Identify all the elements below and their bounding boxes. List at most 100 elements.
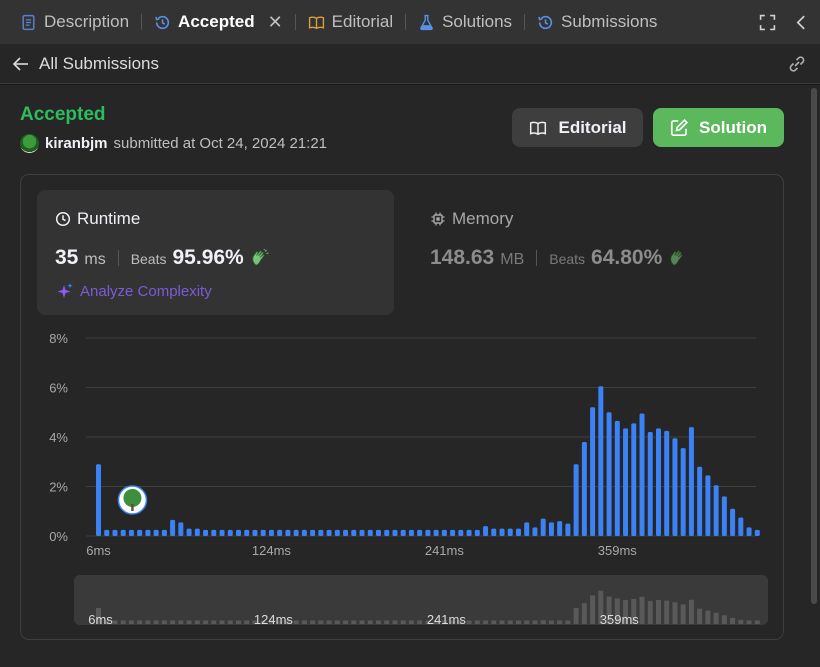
distribution-bar (161, 529, 167, 536)
x-tick-label: 359ms (598, 543, 638, 558)
distribution-bar (112, 529, 118, 536)
overview-x-tick-label: 6ms (88, 612, 113, 627)
distribution-bar (408, 529, 414, 536)
overview-bar (186, 620, 192, 624)
overview-bar (235, 620, 241, 624)
distribution-bar (565, 523, 571, 536)
overview-bar (647, 600, 653, 624)
overview-bar (507, 620, 513, 624)
overview-bar (738, 619, 744, 624)
distribution-bar (219, 529, 225, 536)
distribution-bar (524, 522, 530, 536)
distribution-bar (458, 529, 464, 536)
distribution-bar (598, 386, 604, 536)
distribution-bar (664, 430, 670, 536)
overview-bar (557, 620, 563, 624)
distribution-bar (310, 529, 316, 536)
overview-bar (310, 620, 316, 624)
distribution-bar (137, 529, 143, 536)
distribution-bar (557, 521, 563, 536)
distribution-bar (623, 428, 629, 536)
distribution-bar (367, 529, 373, 536)
overview-bar (746, 620, 752, 624)
distribution-bar (301, 529, 307, 536)
overview-bar (474, 620, 480, 624)
distribution-bar (384, 529, 390, 536)
overview-bar (384, 620, 390, 624)
overview-bar (334, 620, 340, 624)
distribution-bar (655, 428, 661, 536)
y-tick-label: 6% (49, 381, 68, 396)
overview-bar (499, 620, 505, 624)
overview-bar (483, 620, 489, 624)
overview-bar (392, 620, 398, 624)
distribution-bar (425, 529, 431, 536)
distribution-bar (466, 529, 472, 536)
overview-bar (754, 620, 760, 624)
x-tick-label: 241ms (425, 543, 465, 558)
overview-bar (417, 620, 423, 624)
overview-bar (705, 610, 711, 624)
overview-bar (655, 600, 661, 624)
distribution-bar (450, 529, 456, 536)
overview-bar (565, 620, 571, 624)
distribution-bar (326, 529, 332, 536)
overview-bar (491, 620, 497, 624)
distribution-bar (515, 528, 521, 536)
overview-bar (359, 620, 365, 624)
overview-bar (203, 620, 209, 624)
distribution-bar (120, 529, 126, 536)
distribution-bar (268, 529, 274, 536)
distribution-bar (392, 529, 398, 536)
overview-bar (343, 620, 349, 624)
distribution-bar (277, 529, 283, 536)
distribution-bar (285, 529, 291, 536)
distribution-bar (334, 529, 340, 536)
distribution-bar (186, 528, 192, 536)
overview-bar (672, 602, 678, 624)
x-tick-label: 124ms (252, 543, 292, 558)
overview-bar (697, 608, 703, 624)
distribution-bar (606, 412, 612, 536)
overview-bar (524, 620, 530, 624)
distribution-bar (203, 529, 209, 536)
distribution-bar (631, 423, 637, 536)
overview-bar (400, 620, 406, 624)
overview-bar (318, 620, 324, 624)
distribution-bar (705, 475, 711, 536)
distribution-bar (235, 529, 241, 536)
distribution-bar (145, 529, 151, 536)
y-tick-label: 4% (49, 430, 68, 445)
distribution-bar (730, 508, 736, 536)
distribution-bar (343, 529, 349, 536)
overview-bar (145, 620, 151, 624)
distribution-bar (713, 485, 719, 536)
overview-bar (375, 620, 381, 624)
overview-bar (227, 620, 233, 624)
overview-bar (581, 603, 587, 624)
overview-bar (161, 620, 167, 624)
distribution-bar (474, 529, 480, 536)
distribution-bar (178, 522, 184, 536)
overview-bar (112, 620, 118, 624)
distribution-bar (754, 529, 760, 536)
distribution-bar (491, 528, 497, 536)
distribution-bar (400, 529, 406, 536)
distribution-bar (375, 529, 381, 536)
distribution-bar (688, 427, 694, 536)
overview-bar (548, 620, 554, 624)
distribution-bar (590, 407, 596, 536)
distribution-bar (614, 420, 620, 536)
distribution-bar (548, 522, 554, 536)
overview-bar (178, 620, 184, 624)
overview-bar (219, 620, 225, 624)
distribution-bar (104, 529, 110, 536)
overview-bar (128, 620, 134, 624)
distribution-bar (194, 528, 200, 536)
runtime-distribution-chart: 0% 2% 4% 6% 8% 6ms 124ms 241ms 359ms 6ms 124ms 241m… (49, 331, 760, 627)
overview-bar (153, 620, 159, 624)
distribution-bar (359, 529, 365, 536)
overview-bar (244, 620, 250, 624)
overview-bar (211, 620, 217, 624)
overview-bar (326, 620, 332, 624)
